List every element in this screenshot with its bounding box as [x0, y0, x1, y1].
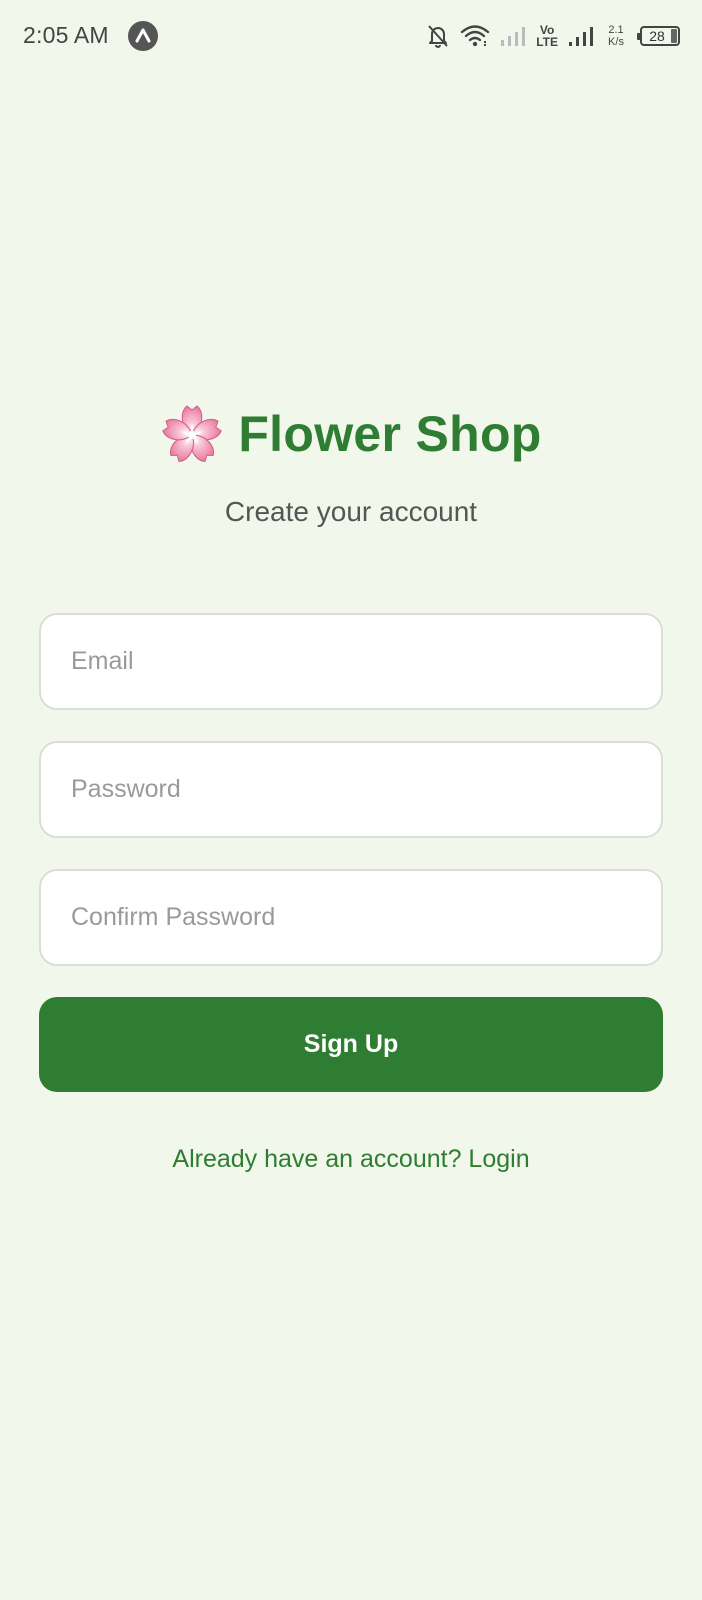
- volte-icon: Vo LTE: [536, 24, 558, 48]
- status-icons: Vo LTE 2.1 K/s 28: [426, 18, 680, 54]
- volte-label-bottom: LTE: [536, 35, 558, 49]
- brand-header: Flower Shop: [0, 402, 702, 466]
- email-input[interactable]: [39, 613, 663, 710]
- battery-icon: 28: [637, 26, 680, 46]
- signal-weak-icon: [500, 25, 526, 47]
- cherry-blossom-icon: [160, 402, 224, 466]
- network-speed: 2.1 K/s: [604, 24, 628, 48]
- signal-strong-icon: [568, 25, 594, 47]
- app-title: Flower Shop: [238, 406, 542, 462]
- status-bar: 2:05 AM Vo LTE 2.1 K/s 28: [0, 0, 702, 72]
- status-time: 2:05 AM: [23, 22, 109, 48]
- confirm-password-input[interactable]: [39, 869, 663, 966]
- page-subtitle: Create your account: [224, 496, 478, 527]
- wifi-icon: [460, 24, 490, 48]
- battery-level: 28: [649, 28, 665, 44]
- app-notification-icon: [128, 21, 158, 51]
- sign-up-button[interactable]: Sign Up: [39, 997, 663, 1092]
- network-speed-value: 2.1: [608, 24, 624, 36]
- battery-fill: [671, 29, 677, 43]
- bell-off-icon: [426, 23, 450, 49]
- password-input[interactable]: [39, 741, 663, 838]
- login-link[interactable]: Already have an account? Login: [0, 1145, 702, 1174]
- network-speed-unit: K/s: [608, 36, 624, 48]
